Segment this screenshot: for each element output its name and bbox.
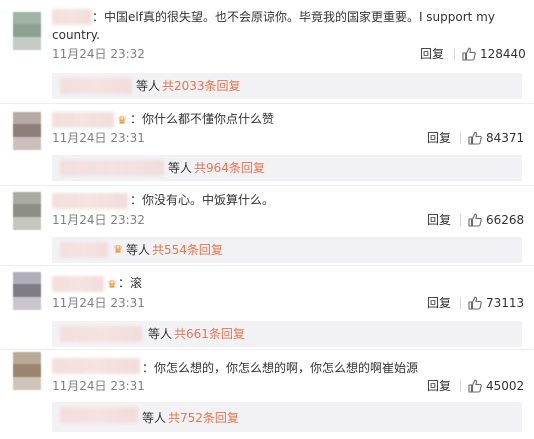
username-blurred[interactable]	[52, 358, 140, 374]
comment-time: 11月24日 23:31	[52, 131, 145, 145]
like-button[interactable]: 84371	[468, 130, 532, 146]
username-blurred[interactable]	[52, 193, 128, 209]
reply-summary-prefix: 等人	[142, 411, 167, 425]
username-blurred[interactable]	[60, 160, 164, 176]
avatar-blur	[13, 112, 41, 124]
vip-badge-icon: ♛	[113, 243, 123, 256]
divider	[0, 349, 534, 350]
username-blurred[interactable]	[52, 276, 104, 292]
reply-count-link[interactable]: 共2033条回复	[162, 78, 241, 94]
avatar-blur	[13, 284, 41, 297]
divider	[460, 132, 461, 144]
avatar-blur	[13, 137, 41, 150]
reply-button[interactable]: 回复	[427, 212, 451, 228]
reply-count-link[interactable]: 共661条回复	[174, 326, 245, 342]
reply-count-link[interactable]: 共752条回复	[168, 410, 239, 426]
username-blurred[interactable]	[60, 78, 132, 94]
avatar-blur	[13, 37, 41, 50]
reply-summary[interactable]: 等人 共2033条回复	[52, 73, 522, 99]
comment-text: ：你没有心。中饭算什么。	[130, 193, 275, 207]
avatar-blur	[13, 124, 41, 137]
comment-text: ：中国elf真的很失望。也不会原谅你。毕竟我的国家更重要。I support m…	[92, 10, 495, 24]
reply-summary[interactable]: ♛ 等人 共554条回复	[52, 237, 522, 263]
vip-badge-icon: ♛	[117, 114, 127, 127]
reply-button[interactable]: 回复	[427, 295, 451, 311]
thumbs-up-icon	[468, 296, 482, 310]
avatar[interactable]	[13, 112, 41, 150]
like-button[interactable]: 73113	[468, 295, 532, 311]
username-blurred[interactable]	[60, 326, 142, 342]
reply-count-link[interactable]: 共964条回复	[194, 160, 265, 176]
avatar-blur	[13, 12, 41, 24]
comment-time: 11月24日 23:31	[52, 379, 145, 393]
username-blurred[interactable]	[52, 112, 114, 128]
avatar[interactable]	[13, 12, 41, 50]
comment-text: ：你怎么想的，你怎么想的啊，你怎么想的啊崔始源	[142, 361, 419, 375]
reply-button[interactable]: 回复	[427, 130, 451, 146]
like-button[interactable]: 66268	[468, 212, 532, 228]
like-count: 84371	[486, 131, 525, 145]
like-button[interactable]: 128440	[462, 46, 532, 62]
divider	[454, 48, 455, 60]
divider	[0, 265, 534, 266]
divider	[460, 214, 461, 226]
vip-badge-icon: ♛	[107, 278, 117, 291]
thumbs-up-icon	[462, 47, 476, 61]
avatar-blur	[13, 352, 41, 364]
comment-text: ：你什么都不懂你点什么赞	[130, 112, 275, 126]
comment-time: 11月24日 23:31	[52, 296, 145, 310]
reply-summary-prefix: 等人	[148, 327, 173, 341]
reply-summary[interactable]: 等人 共964条回复	[52, 155, 522, 181]
avatar-blur	[13, 192, 41, 204]
reply-button[interactable]: 回复	[420, 46, 444, 62]
avatar-blur	[13, 377, 41, 390]
username-blurred[interactable]	[52, 9, 92, 25]
avatar[interactable]	[13, 192, 41, 230]
username-blurred[interactable]	[60, 407, 138, 423]
avatar-blur	[13, 272, 41, 284]
thumbs-up-icon	[468, 379, 482, 393]
divider	[460, 380, 461, 392]
comment-text: ：滚	[118, 276, 143, 290]
divider	[460, 297, 461, 309]
comment-time: 11月24日 23:32	[52, 213, 145, 227]
like-count: 45002	[486, 379, 525, 393]
divider	[0, 185, 534, 186]
like-count: 66268	[486, 213, 525, 227]
reply-button[interactable]: 回复	[427, 378, 451, 394]
avatar[interactable]	[13, 272, 41, 310]
avatar-blur	[13, 364, 41, 377]
avatar[interactable]	[13, 352, 41, 390]
reply-summary-prefix: 等人	[168, 161, 193, 175]
reply-summary-prefix: 等人	[126, 243, 151, 257]
reply-summary[interactable]: 等人 共661条回复	[52, 321, 522, 347]
avatar-blur	[13, 204, 41, 217]
comment-text-continued: country.	[52, 28, 100, 42]
avatar-blur	[13, 217, 41, 230]
comment-time: 11月24日 23:32	[52, 47, 145, 61]
username-blurred[interactable]	[60, 242, 108, 258]
like-count: 73113	[486, 296, 525, 310]
like-button[interactable]: 45002	[468, 378, 532, 394]
divider	[0, 103, 534, 104]
reply-summary[interactable]: 等人 共752条回复	[52, 402, 522, 432]
avatar-blur	[13, 24, 41, 37]
thumbs-up-icon	[468, 213, 482, 227]
thumbs-up-icon	[468, 131, 482, 145]
like-count: 128440	[480, 47, 526, 61]
avatar-blur	[13, 297, 41, 310]
reply-count-link[interactable]: 共554条回复	[152, 242, 223, 258]
reply-summary-prefix: 等人	[136, 79, 161, 93]
